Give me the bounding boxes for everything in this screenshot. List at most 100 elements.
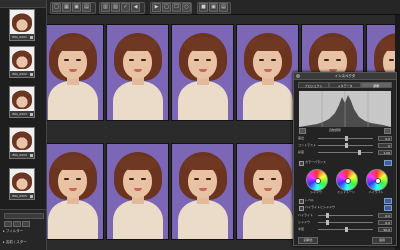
view-button[interactable] — [22, 221, 30, 227]
sidebar-thumbnail[interactable]: IMG_0005 — [9, 168, 35, 200]
portrait-eyel — [64, 59, 69, 61]
tab-adjust[interactable]: 調整 — [360, 82, 392, 88]
row-label: 露出 — [298, 136, 305, 140]
toolbar-button[interactable]: ▣ — [209, 3, 218, 12]
midtone-color-wheel[interactable] — [336, 169, 358, 191]
row-value[interactable]: 1.00 — [378, 150, 392, 155]
portrait-eyer — [336, 59, 341, 61]
thumbnail-photo — [12, 49, 32, 69]
highlights-shadows-checkbox[interactable] — [299, 206, 304, 211]
toolbar-button[interactable]: ▧ — [111, 3, 120, 12]
highlights-shadows-label: ハイライトとシャドウ — [305, 205, 335, 209]
slider-track[interactable] — [318, 213, 373, 218]
reset-button[interactable]: 初期化 — [298, 237, 318, 244]
highlight-color-wheel[interactable] — [366, 169, 388, 191]
row-value[interactable]: 0.0 — [378, 136, 392, 141]
row-value[interactable]: 0.0 — [378, 213, 392, 218]
slider-knob[interactable] — [326, 213, 329, 218]
sidebar-footer-label[interactable]: ▸ 名前 / スター — [3, 240, 27, 245]
wheel-handle[interactable] — [375, 178, 381, 184]
toolbar-button[interactable]: ○ — [182, 3, 191, 12]
toolbar-button[interactable]: ▤ — [82, 3, 91, 12]
section-checkbox[interactable] — [299, 161, 304, 166]
histogram-graph — [299, 91, 391, 127]
sidebar-thumbnail[interactable]: IMG_0004 — [9, 127, 35, 159]
badge-icon — [30, 195, 33, 198]
portrait-face — [253, 47, 282, 79]
portrait-eyer — [206, 59, 211, 61]
thumbnail-photo — [12, 89, 32, 109]
close-icon[interactable] — [296, 74, 300, 78]
slider-track[interactable] — [318, 136, 373, 141]
toolbar-button[interactable]: □ — [52, 3, 61, 12]
slider-track[interactable] — [318, 220, 373, 225]
auto-adjust-label[interactable]: 自動調整 — [329, 128, 341, 132]
slider-knob[interactable] — [345, 143, 348, 148]
wheel-handle[interactable] — [345, 178, 351, 184]
row-value[interactable]: 50.0 — [378, 227, 392, 232]
wheel-handle[interactable] — [315, 178, 321, 184]
tab-metadata[interactable]: メタデータ — [329, 82, 361, 88]
toolbar-button[interactable]: ▶ — [152, 3, 161, 12]
white-point-button[interactable] — [384, 128, 391, 134]
portrait-bangs — [184, 156, 222, 170]
toolbar-button[interactable]: ▦ — [62, 3, 71, 12]
row-value[interactable]: 0 — [378, 143, 392, 148]
slider-knob[interactable] — [345, 136, 348, 141]
toolbar-button[interactable]: ◀ — [131, 3, 140, 12]
photo-thumbnail[interactable] — [236, 24, 299, 121]
portrait-body — [48, 81, 98, 120]
zoom-slider[interactable] — [4, 213, 44, 219]
histogram — [299, 91, 391, 127]
portrait-face — [123, 47, 152, 79]
photo-thumbnail[interactable] — [106, 24, 169, 121]
photo-thumbnail[interactable] — [236, 143, 299, 240]
photo-thumbnail[interactable] — [171, 24, 234, 121]
slider-track[interactable] — [318, 143, 373, 148]
portrait-face — [253, 166, 282, 198]
portrait-bangs — [314, 37, 352, 51]
view-button[interactable] — [13, 221, 21, 227]
highlights-shadows-toggle-button[interactable] — [384, 205, 392, 211]
tab-project[interactable]: プロジェクト — [298, 82, 330, 88]
toolbar-button[interactable]: ■ — [199, 3, 208, 12]
sidebar-thumbnail[interactable]: IMG_0003 — [9, 86, 35, 118]
portrait-bangs — [249, 156, 287, 170]
photo-thumbnail[interactable] — [171, 143, 234, 240]
photo-thumbnail[interactable] — [47, 143, 104, 240]
toolbar-button[interactable]: ▣ — [72, 3, 81, 12]
toolbar-button[interactable]: ▥ — [101, 3, 110, 12]
badge-icon — [30, 113, 33, 116]
photo-thumbnail[interactable] — [47, 24, 104, 121]
shadow-color-wheel[interactable] — [306, 169, 328, 191]
portrait-face — [188, 166, 217, 198]
slider-knob[interactable] — [345, 227, 348, 232]
black-point-button[interactable] — [299, 128, 306, 134]
levels-toggle-button[interactable] — [384, 198, 392, 204]
portrait-body — [243, 81, 293, 120]
sidebar-thumbnail[interactable]: IMG_0001 — [9, 9, 35, 41]
toolbar-button[interactable]: ▢ — [162, 3, 171, 12]
toolbar-button[interactable]: ☐ — [172, 3, 181, 12]
portrait-body — [178, 200, 228, 239]
toolbar-button[interactable]: ✓ — [121, 3, 130, 12]
slider-knob[interactable] — [326, 220, 329, 225]
histogram-controls: 自動調整 — [299, 128, 391, 134]
slider-track[interactable] — [318, 227, 373, 232]
toolbar-button[interactable]: ▤ — [219, 3, 228, 12]
view-button[interactable] — [4, 221, 12, 227]
sidebar-thumbnail[interactable]: IMG_0002 — [9, 46, 35, 78]
portrait-eyer — [141, 178, 146, 180]
portrait-eyel — [64, 178, 69, 180]
filter-label[interactable]: ▸ フィルター — [3, 229, 23, 234]
photo-thumbnail[interactable] — [106, 143, 169, 240]
apply-button[interactable]: 適用 — [372, 237, 392, 244]
left-sidebar: IMG_0001 IMG_0002 IMG_0003 IMG_0004 IMG_… — [0, 0, 47, 250]
row-value[interactable]: 0.0 — [378, 220, 392, 225]
slider-track[interactable] — [318, 150, 373, 155]
slider-knob[interactable] — [358, 150, 361, 155]
panel-title[interactable]: インスペクタ — [294, 73, 396, 80]
levels-checkbox[interactable] — [299, 199, 304, 204]
section-toggle-button[interactable] — [384, 160, 392, 166]
thumbnail-photo — [12, 130, 32, 150]
